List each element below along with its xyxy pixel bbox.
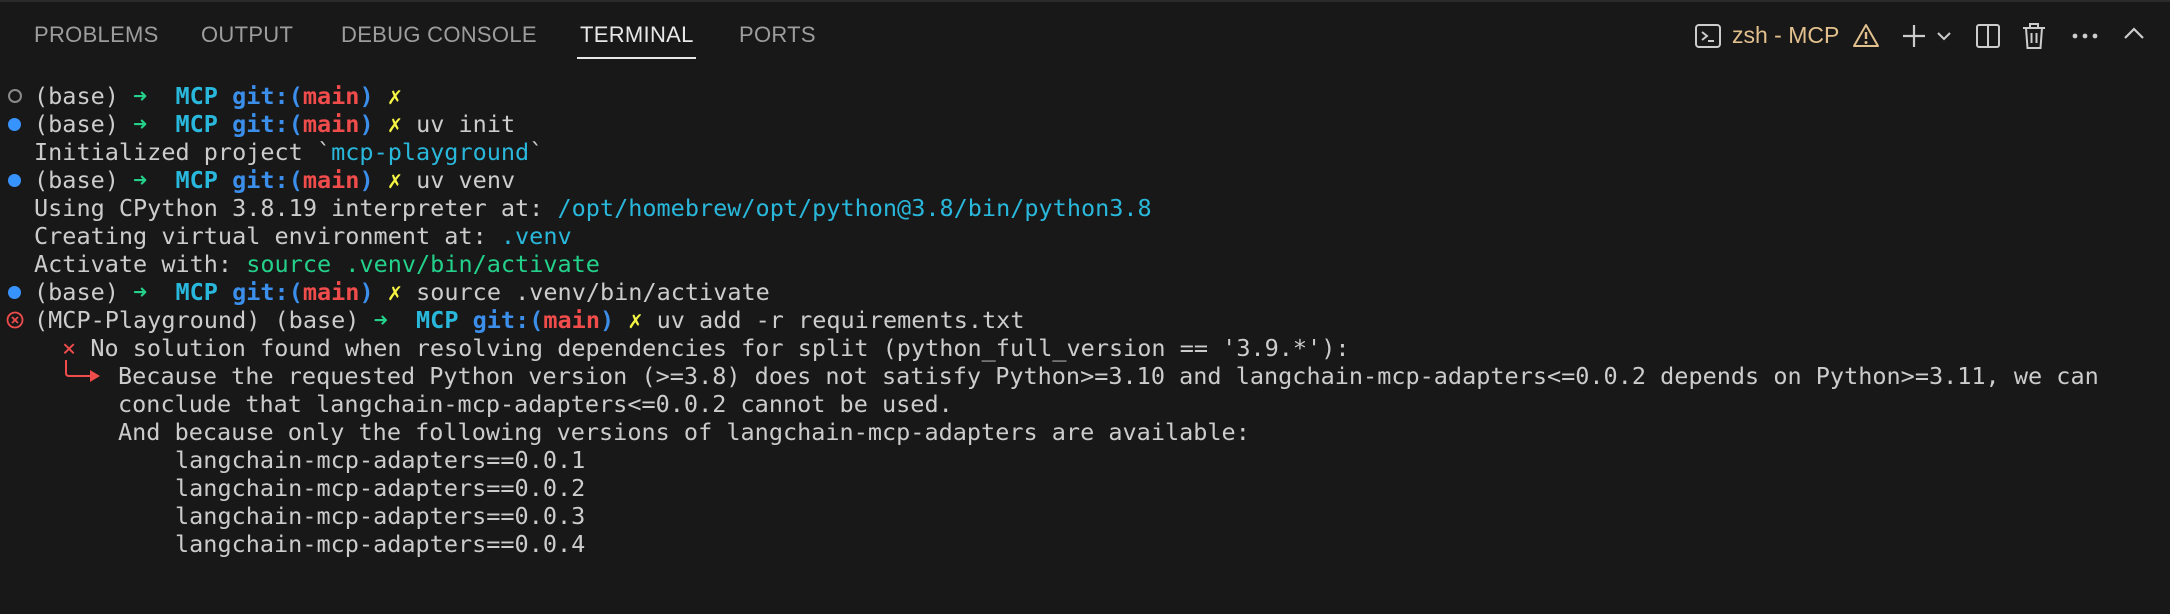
terminal-line: Activate with: source .venv/bin/activate bbox=[34, 250, 600, 278]
error-arrow-icon bbox=[65, 360, 100, 382]
command-decoration-error-icon[interactable] bbox=[5, 310, 25, 330]
terminal-line: (MCP-Playground) (base) ➜ MCP git:(main)… bbox=[0, 306, 1024, 334]
tab-output[interactable]: OUTPUT bbox=[201, 22, 293, 56]
command-decoration-success[interactable] bbox=[8, 286, 21, 299]
terminal-line: langchain-mcp-adapters==0.0.3 bbox=[175, 502, 586, 530]
terminal-line: × No solution found when resolving depen… bbox=[62, 334, 1350, 362]
active-tab-indicator bbox=[577, 57, 696, 59]
terminal-line: (base) ➜ MCP git:(main) ✗ uv venv bbox=[0, 166, 515, 194]
warning-icon[interactable] bbox=[1852, 22, 1880, 50]
terminal-line: Creating virtual environment at: .venv bbox=[34, 222, 572, 250]
split-terminal-icon[interactable] bbox=[1974, 22, 2002, 50]
terminal-line: (base) ➜ MCP git:(main) ✗ source .venv/b… bbox=[0, 278, 770, 306]
terminal-icon[interactable] bbox=[1694, 22, 1722, 50]
command-decoration-success[interactable] bbox=[8, 118, 21, 131]
terminal-line: langchain-mcp-adapters==0.0.4 bbox=[175, 530, 586, 558]
terminal-line: (base) ➜ MCP git:(main) ✗ uv init bbox=[0, 110, 515, 138]
tab-debug-console[interactable]: DEBUG CONSOLE bbox=[341, 22, 537, 56]
command-decoration-default[interactable] bbox=[8, 89, 22, 103]
terminal-line: And because only the following versions … bbox=[118, 418, 1250, 446]
trash-icon[interactable] bbox=[2020, 21, 2048, 51]
chevron-down-icon[interactable] bbox=[1935, 28, 1953, 44]
panel-tab-bar: PROBLEMS OUTPUT DEBUG CONSOLE TERMINAL P… bbox=[0, 0, 2170, 72]
terminal-line: (base) ➜ MCP git:(main) ✗ bbox=[0, 82, 402, 110]
terminal-line: Because the requested Python version (>=… bbox=[0, 360, 2099, 390]
tab-problems[interactable]: PROBLEMS bbox=[34, 22, 159, 56]
terminal-line: langchain-mcp-adapters==0.0.2 bbox=[175, 474, 586, 502]
terminal-instance-label[interactable]: zsh - MCP bbox=[1732, 22, 1839, 49]
tab-ports[interactable]: PORTS bbox=[739, 22, 816, 56]
chevron-up-icon[interactable] bbox=[2122, 24, 2146, 44]
plus-icon[interactable] bbox=[1900, 22, 1928, 50]
more-actions-icon[interactable] bbox=[2070, 30, 2100, 42]
tab-terminal[interactable]: TERMINAL bbox=[580, 22, 694, 56]
terminal-line: Initialized project `mcp-playground` bbox=[34, 138, 544, 166]
terminal-line: Using CPython 3.8.19 interpreter at: /op… bbox=[34, 194, 1152, 222]
terminal-line: langchain-mcp-adapters==0.0.1 bbox=[175, 446, 586, 474]
terminal-line: conclude that langchain-mcp-adapters<=0.… bbox=[118, 390, 953, 418]
terminal-output[interactable]: (base) ➜ MCP git:(main) ✗ (base) ➜ MCP g… bbox=[0, 80, 2170, 558]
command-decoration-success[interactable] bbox=[8, 174, 21, 187]
